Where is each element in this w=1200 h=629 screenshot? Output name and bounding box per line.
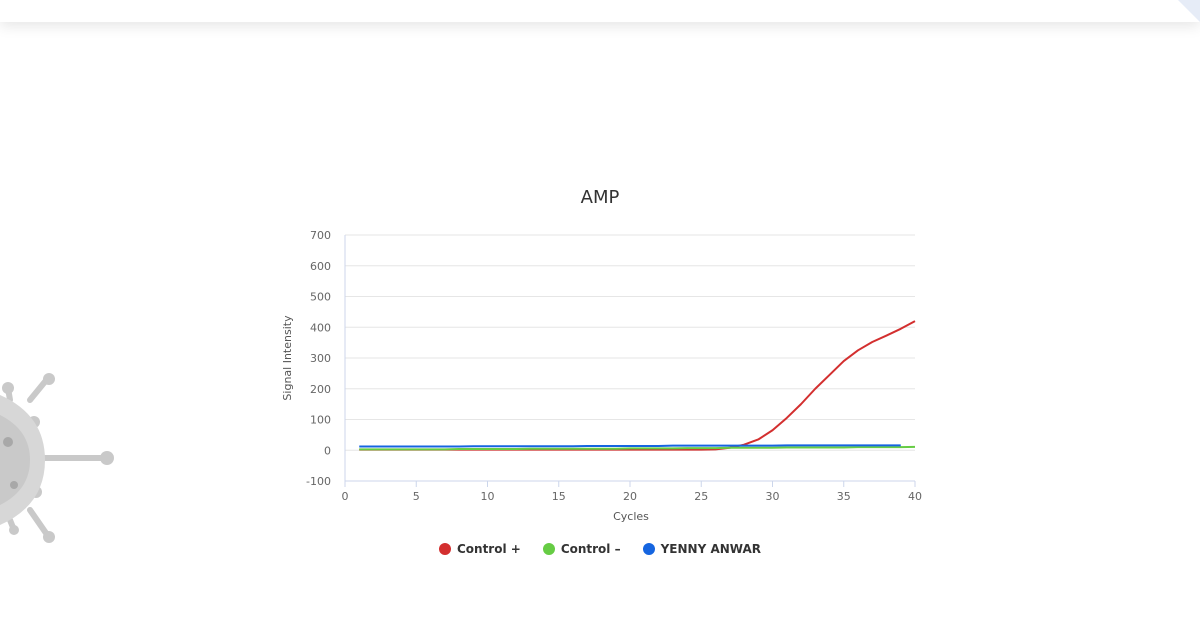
series-line-yenny-anwar-2[interactable]: [359, 444, 901, 448]
legend-item[interactable]: Control +: [438, 542, 521, 556]
legend-marker: [542, 543, 555, 555]
y-tick-label: 200: [310, 383, 331, 396]
y-tick-label: 100: [310, 414, 331, 427]
x-tick-label: 15: [552, 490, 566, 503]
x-tick-label: 35: [837, 490, 851, 503]
x-tick-label: 5: [413, 490, 420, 503]
x-tick-label: 20: [623, 490, 637, 503]
top-bar-corner-decoration: [1178, 0, 1200, 22]
chart-legend: Control + Control – YENNY ANWAR: [270, 542, 930, 556]
x-tick-label: 25: [694, 490, 708, 503]
y-tick-label: -100: [306, 475, 331, 488]
y-tick-label: 0: [324, 444, 331, 457]
legend-label: YENNY ANWAR: [660, 542, 762, 556]
series-line-control-0[interactable]: [359, 320, 916, 451]
legend-marker: [642, 543, 655, 555]
y-tick-label: 700: [310, 229, 331, 242]
top-bar: [0, 0, 1200, 22]
y-tick-label: 300: [310, 352, 331, 365]
x-axis-label: Cycles: [613, 510, 649, 523]
chart-plot: -100 0 100 200 300 400 500 600 700 0 5 10 15 20 25 30 35…: [281, 229, 922, 523]
virus-illustration: [0, 373, 114, 543]
y-tick-label: 500: [310, 291, 331, 304]
legend-label: Control +: [456, 542, 521, 556]
y-tick-label: 400: [310, 321, 331, 334]
legend-item[interactable]: YENNY ANWAR: [642, 542, 762, 556]
x-tick-label: 0: [342, 490, 349, 503]
amp-chart: AMP -100 0 100 200 300 400 500 600 700 0 5 10 15 20 25…: [270, 175, 930, 575]
y-tick-label: 600: [310, 260, 331, 273]
legend-label: Control –: [560, 542, 621, 556]
x-tick-label: 40: [908, 490, 922, 503]
y-axis-label: Signal Intensity: [281, 315, 294, 401]
legend-item[interactable]: Control –: [542, 542, 621, 556]
x-tick-label: 10: [481, 490, 495, 503]
x-tick-label: 30: [766, 490, 780, 503]
legend-marker: [438, 543, 451, 555]
